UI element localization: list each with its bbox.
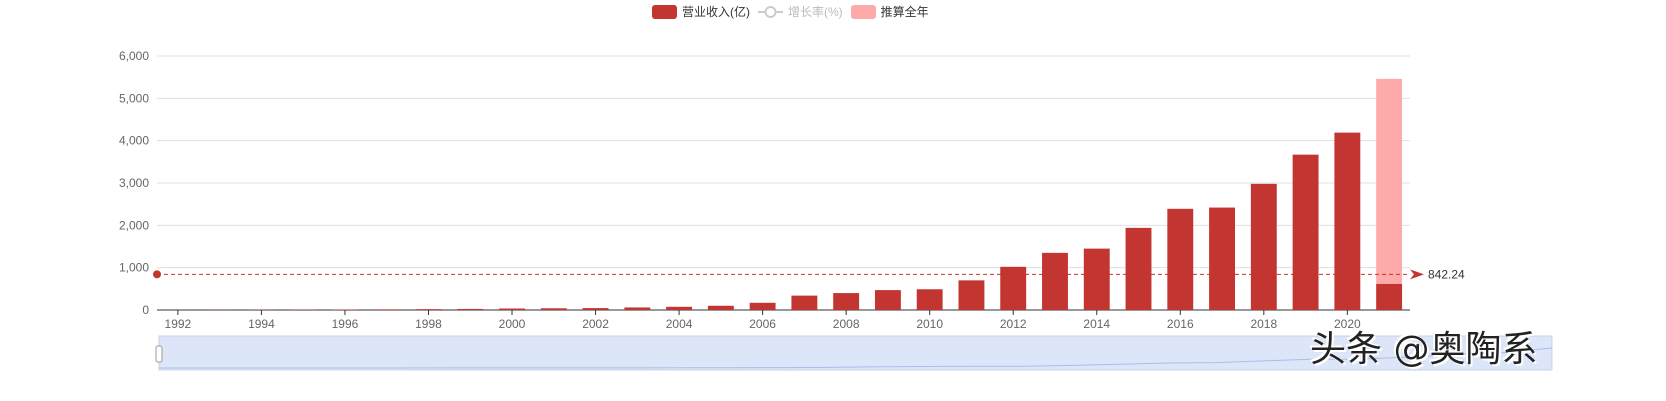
x-tick-label: 2004 — [666, 317, 693, 331]
x-tick-label: 2006 — [749, 317, 776, 331]
bar-revenue — [874, 290, 901, 310]
x-tick-label: 2002 — [582, 317, 609, 331]
bar-revenue — [916, 289, 943, 310]
x-tick-label: 2014 — [1083, 317, 1110, 331]
bar-revenue — [666, 306, 693, 310]
bar-estimate — [1376, 78, 1403, 284]
bar-revenue — [415, 309, 442, 310]
bar-revenue — [1000, 266, 1027, 310]
bar-revenue — [749, 302, 776, 310]
bar-revenue — [624, 307, 651, 310]
x-tick-label: 2016 — [1167, 317, 1194, 331]
y-tick-label: 0 — [142, 303, 149, 317]
x-tick-label: 2012 — [1000, 317, 1027, 331]
bar-revenue — [1125, 227, 1152, 310]
x-tick-label: 1998 — [415, 317, 442, 331]
x-tick-label: 2000 — [499, 317, 526, 331]
y-tick-label: 1,000 — [119, 261, 149, 275]
bar-revenue — [1042, 252, 1068, 310]
datazoom-handle-left[interactable] — [155, 345, 163, 363]
markline-arrow-icon — [1410, 269, 1424, 280]
bar-revenue — [1250, 183, 1277, 310]
bar-revenue — [1376, 283, 1403, 310]
bar-revenue — [833, 293, 860, 310]
bar-revenue — [540, 308, 567, 310]
bar-revenue — [1209, 207, 1235, 310]
bar-revenue — [1334, 132, 1361, 310]
bar-revenue — [582, 308, 609, 310]
bar-revenue — [1292, 154, 1319, 310]
y-tick-label: 5,000 — [119, 91, 149, 105]
y-tick-label: 2,000 — [119, 218, 149, 232]
bar-revenue — [1083, 248, 1110, 310]
bar-revenue — [373, 309, 400, 310]
y-tick-label: 6,000 — [119, 49, 149, 63]
y-tick-label: 3,000 — [119, 176, 149, 190]
y-tick-label: 4,000 — [119, 134, 149, 148]
bar-revenue — [707, 305, 734, 310]
x-tick-label: 1996 — [332, 317, 359, 331]
markline-label: 842.24 — [1428, 267, 1465, 281]
x-tick-label: 2018 — [1250, 317, 1277, 331]
bar-revenue — [958, 280, 985, 310]
x-tick-label: 1994 — [248, 317, 275, 331]
bar-revenue — [791, 295, 818, 310]
x-tick-label: 2008 — [833, 317, 860, 331]
x-tick-label: 2010 — [916, 317, 943, 331]
bar-revenue — [457, 308, 484, 310]
x-tick-label: 1992 — [165, 317, 192, 331]
watermark: 头条 @奥陶系 — [1310, 329, 1538, 370]
bar-revenue — [1167, 208, 1194, 310]
bar-revenue — [499, 308, 525, 310]
